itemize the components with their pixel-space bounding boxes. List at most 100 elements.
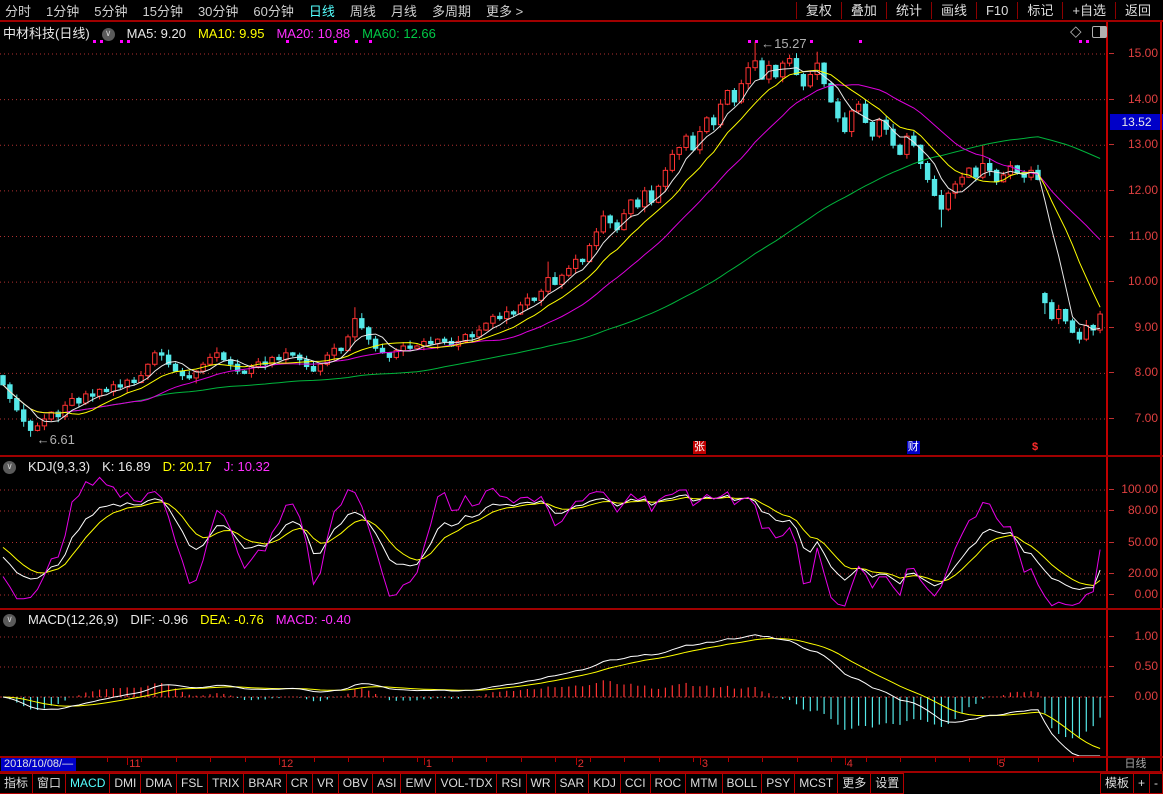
indicator-button[interactable]: WR xyxy=(526,773,556,794)
indicator-button[interactable]: FSL xyxy=(176,773,208,794)
indicator-button[interactable]: CCI xyxy=(620,773,651,794)
indicator-button[interactable]: OBV xyxy=(338,773,373,794)
ma60-value: MA60: 12.66 xyxy=(362,26,436,41)
indicator-button[interactable]: 更多 xyxy=(837,773,871,794)
date-tick xyxy=(555,758,556,762)
month-tick xyxy=(279,758,280,765)
month-tick xyxy=(997,758,998,765)
price-axis-label: 7.00 xyxy=(1108,411,1163,425)
diamond-marker-icon[interactable]: ◇ xyxy=(1070,22,1082,40)
period-tab[interactable]: 5分钟 xyxy=(94,1,127,20)
date-tick xyxy=(107,758,108,762)
top-menu-left: 分时 1分钟 5分钟 15分钟 30分钟 60分钟日线周线月线多周期更多 > xyxy=(0,0,538,20)
collapse-chevron-icon[interactable]: ∨ xyxy=(3,614,16,627)
period-tab[interactable]: 15分钟 xyxy=(142,1,182,20)
top-action-button[interactable]: 复权 xyxy=(796,2,841,19)
indicator-button[interactable]: 设置 xyxy=(870,773,904,794)
date-tick xyxy=(348,758,349,762)
date-tick xyxy=(762,758,763,762)
panel-divider xyxy=(0,455,1163,457)
kdj-axis-label: 0.00 xyxy=(1108,587,1163,601)
top-action-button[interactable]: 统计 xyxy=(886,2,931,19)
indicator-button[interactable]: BOLL xyxy=(722,773,763,794)
date-tick xyxy=(176,758,177,762)
signal-mark xyxy=(1086,40,1089,43)
ma60-line xyxy=(3,137,1100,413)
signal-mark xyxy=(1079,40,1082,43)
main-chart-header: 中材科技(日线)∨MA5: 9.20MA10: 9.95MA20: 10.88M… xyxy=(3,23,448,42)
period-tab[interactable]: 60分钟 xyxy=(253,1,293,20)
indicator-toolbar: 指标窗口MACDDMIDMAFSLTRIXBRARCRVROBVASIEMVVO… xyxy=(0,773,1163,794)
top-action-button[interactable]: 返回 xyxy=(1115,2,1160,19)
indicator-button[interactable]: TRIX xyxy=(207,773,244,794)
indicator-button[interactable]: DMI xyxy=(109,773,141,794)
panel-layout-icon[interactable] xyxy=(1092,26,1107,38)
indicator-button[interactable]: ASI xyxy=(372,773,401,794)
indicator-button[interactable]: DMA xyxy=(140,773,177,794)
kdj-chart[interactable] xyxy=(0,457,1106,608)
period-tab[interactable]: 多周期 xyxy=(432,1,471,20)
candles xyxy=(1,42,1103,437)
month-tick xyxy=(424,758,425,765)
period-tab[interactable]: 1分钟 xyxy=(46,1,79,20)
top-action-button[interactable]: 叠加 xyxy=(841,2,886,19)
date-tick xyxy=(728,758,729,762)
indicator-button[interactable]: VR xyxy=(312,773,339,794)
indicator-button[interactable]: BRAR xyxy=(243,773,286,794)
indicator-button[interactable]: ROC xyxy=(650,773,687,794)
indicator-button[interactable]: PSY xyxy=(761,773,795,794)
top-action-button[interactable]: F10 xyxy=(976,2,1017,19)
macd-axis-label: 1.00 xyxy=(1108,629,1163,643)
event-marker[interactable]: $ xyxy=(1031,441,1039,454)
right-border xyxy=(1160,21,1162,772)
toolbar-spacer xyxy=(904,773,1101,794)
top-action-button[interactable]: +自选 xyxy=(1062,2,1115,19)
indicator-button[interactable]: MTM xyxy=(685,773,722,794)
period-tab[interactable]: 分时 xyxy=(5,1,31,20)
top-action-button[interactable]: 标记 xyxy=(1017,2,1062,19)
period-tab[interactable]: 更多 > xyxy=(486,1,523,20)
price-axis-label: 11.00 xyxy=(1108,229,1163,243)
date-tick xyxy=(141,758,142,762)
date-tick xyxy=(521,758,522,762)
indicator-button[interactable]: SAR xyxy=(555,773,590,794)
toolbar-right-button[interactable]: 模板 xyxy=(1100,773,1134,794)
indicator-button[interactable]: 窗口 xyxy=(32,773,66,794)
period-tab[interactable]: 月线 xyxy=(391,1,417,20)
indicator-button[interactable]: KDJ xyxy=(588,773,621,794)
date-tick xyxy=(210,758,211,762)
collapse-chevron-icon[interactable]: ∨ xyxy=(102,28,115,41)
toolbar-right-button[interactable]: + xyxy=(1133,773,1150,794)
kdj-title: KDJ(9,3,3) xyxy=(28,459,90,474)
macd-chart[interactable] xyxy=(0,610,1106,757)
ma10-value: MA10: 9.95 xyxy=(198,26,265,41)
indicator-button[interactable]: VOL-TDX xyxy=(435,773,497,794)
month-label: 2 xyxy=(578,758,584,771)
event-marker[interactable]: 财 xyxy=(907,441,920,454)
period-tab[interactable]: 30分钟 xyxy=(198,1,238,20)
main-chart-panel[interactable]: 中材科技(日线)∨MA5: 9.20MA10: 9.95MA20: 10.88M… xyxy=(0,21,1106,456)
indicator-button[interactable]: 指标 xyxy=(0,773,33,794)
period-tab[interactable]: 日线 xyxy=(309,1,335,20)
month-tick xyxy=(700,758,701,765)
j-line xyxy=(3,477,1100,606)
macd-panel[interactable]: ∨MACD(12,26,9)DIF: -0.96DEA: -0.76MACD: … xyxy=(0,610,1106,757)
price-axis-label: 12.00 xyxy=(1108,183,1163,197)
month-tick xyxy=(845,758,846,765)
collapse-chevron-icon[interactable]: ∨ xyxy=(3,461,16,474)
top-action-button[interactable]: 画线 xyxy=(931,2,976,19)
toolbar-right-button[interactable]: - xyxy=(1149,773,1163,794)
indicator-button[interactable]: EMV xyxy=(400,773,436,794)
period-tab[interactable]: 周线 xyxy=(350,1,376,20)
event-marker[interactable]: 张 xyxy=(693,441,706,454)
indicator-button[interactable]: RSI xyxy=(496,773,526,794)
indicator-button[interactable]: MCST xyxy=(794,773,838,794)
candlestick-chart[interactable] xyxy=(0,21,1106,456)
date-tick xyxy=(866,758,867,762)
kdj-panel[interactable]: ∨KDJ(9,3,3)K: 16.89D: 20.17J: 10.32 xyxy=(0,457,1106,608)
signal-mark xyxy=(810,40,813,43)
indicator-button[interactable]: CR xyxy=(286,773,313,794)
indicator-button[interactable]: MACD xyxy=(65,773,110,794)
month-tick xyxy=(576,758,577,765)
date-tick xyxy=(1038,758,1039,762)
